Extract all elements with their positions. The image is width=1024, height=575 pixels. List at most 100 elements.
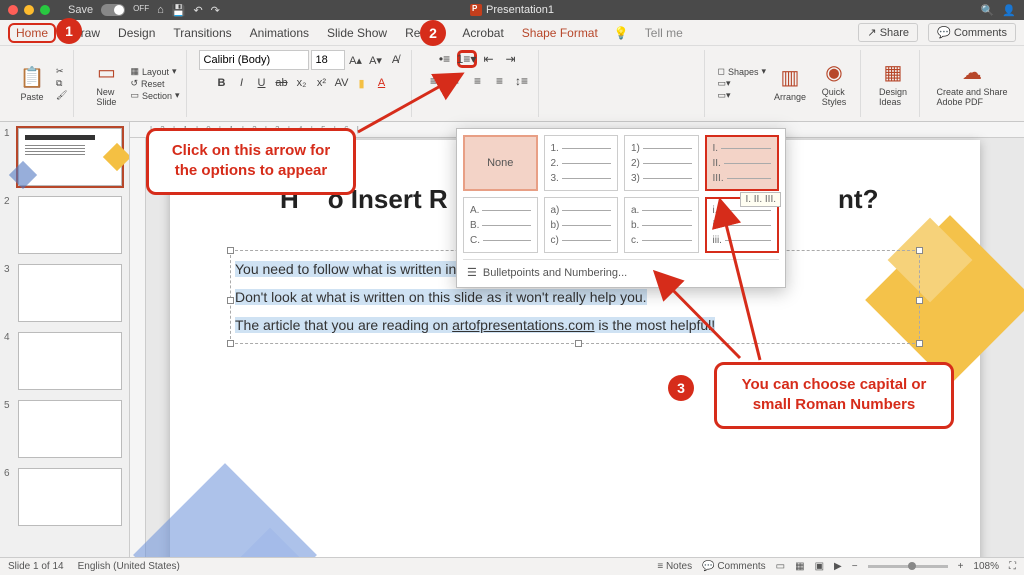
numbering-option-decimal-dot[interactable]: 1. 2. 3. <box>544 135 619 191</box>
view-reading-icon[interactable]: ▣ <box>815 561 824 572</box>
redo-icon[interactable]: ↷ <box>211 4 220 17</box>
shapes-button[interactable]: ◻ Shapes ▾ <box>717 66 766 77</box>
share-button[interactable]: ↗ Share <box>858 23 918 42</box>
arrange-button[interactable]: ▥ Arrange <box>770 65 810 102</box>
tab-design[interactable]: Design <box>116 23 157 43</box>
clear-format-icon[interactable]: A̸ <box>387 51 405 69</box>
view-normal-icon[interactable]: ▭ <box>776 561 785 572</box>
underline-button[interactable]: U <box>253 74 271 92</box>
undo-icon[interactable]: ↶ <box>193 4 202 17</box>
user-icon[interactable]: 👤 <box>1002 4 1016 17</box>
subscript-button[interactable]: x₂ <box>293 74 311 92</box>
tab-slideshow[interactable]: Slide Show <box>325 23 389 43</box>
thumbnail-1[interactable]: 1 <box>4 128 125 186</box>
font-name-select[interactable]: Calibri (Body) <box>199 50 309 70</box>
shape-outline-icon[interactable]: ▭▾ <box>717 90 766 101</box>
adobe-pdf-button[interactable]: ☁ Create and Share Adobe PDF <box>932 60 1012 107</box>
tab-acrobat[interactable]: Acrobat <box>460 23 505 43</box>
decrease-indent-icon[interactable]: ⇤ <box>479 50 499 68</box>
thumbnail-2[interactable]: 2 <box>4 196 125 254</box>
save-icon[interactable]: 💾 <box>172 4 186 17</box>
view-slideshow-icon[interactable]: ▶ <box>834 561 842 572</box>
align-left-icon[interactable]: ≡ <box>424 72 444 90</box>
thumbnail-4[interactable]: 4 <box>4 332 125 390</box>
shape-fill-icon[interactable]: ▭▾ <box>717 78 766 89</box>
vertical-ruler <box>130 138 146 557</box>
format-painter-icon[interactable]: 🖌 <box>56 90 67 101</box>
paste-button[interactable]: 📋 Paste <box>12 65 52 102</box>
view-sorter-icon[interactable]: ▦ <box>795 561 804 572</box>
align-right-icon[interactable]: ≡ <box>468 72 488 90</box>
strike-button[interactable]: ab <box>273 74 291 92</box>
section-button[interactable]: ▭ Section ▾ <box>130 90 179 101</box>
numbering-option-none[interactable]: None <box>463 135 538 191</box>
font-size-select[interactable]: 18 <box>311 50 345 70</box>
fit-to-window-icon[interactable]: ⛶ <box>1009 561 1016 572</box>
home-icon[interactable]: ⌂ <box>157 4 164 17</box>
thumbnail-6[interactable]: 6 <box>4 468 125 526</box>
list-icon: ☰ <box>467 266 477 279</box>
layout-button[interactable]: ▦ Layout ▾ <box>130 66 179 77</box>
tab-animations[interactable]: Animations <box>248 23 311 43</box>
numbering-tooltip: I. II. III. <box>740 192 781 207</box>
tab-tellme[interactable]: Tell me <box>643 23 685 43</box>
cut-icon[interactable]: ✂︎ <box>56 66 67 77</box>
superscript-button[interactable]: x² <box>313 74 331 92</box>
line-spacing-icon[interactable]: ↕≡ <box>512 72 532 90</box>
tab-shape-format[interactable]: Shape Format <box>520 23 600 43</box>
design-ideas-icon: ▦ <box>884 60 903 85</box>
new-slide-button[interactable]: ▭ New Slide <box>86 60 126 107</box>
annotation-callout-1: Click on this arrow for the options to a… <box>146 128 356 195</box>
reset-button[interactable]: ↺ Reset <box>130 78 179 89</box>
zoom-percent[interactable]: 108% <box>973 561 999 572</box>
zoom-window-icon[interactable] <box>40 5 50 15</box>
tab-transitions[interactable]: Transitions <box>171 23 233 43</box>
increase-font-icon[interactable]: A▴ <box>347 51 365 69</box>
search-icon[interactable]: 🔍 <box>981 4 995 17</box>
thumbnail-5[interactable]: 5 <box>4 400 125 458</box>
comments-button[interactable]: 💬 Comments <box>928 23 1016 42</box>
slide-thumbnail-panel[interactable]: 1 2 3 4 5 6 <box>0 122 130 557</box>
numbering-option-roman-upper[interactable]: I. II. III. I. II. III. <box>705 135 780 191</box>
tab-home[interactable]: Home <box>8 23 56 43</box>
comments-button-status[interactable]: 💬 Comments <box>702 561 766 572</box>
quick-styles-button[interactable]: ◉ Quick Styles <box>814 60 854 107</box>
numbering-option-alpha-lower-dot[interactable]: a. b. c. <box>624 197 699 253</box>
autosave-toggle[interactable] <box>101 4 125 16</box>
highlight-icon[interactable]: ▮ <box>353 74 371 92</box>
close-window-icon[interactable] <box>8 5 18 15</box>
font-group: Calibri (Body) 18 A▴ A▾ A̸ B I U ab x₂ x… <box>193 50 412 117</box>
slides-group: ▭ New Slide ▦ Layout ▾ ↺ Reset ▭ Section… <box>80 50 186 117</box>
decorative-shape <box>133 463 317 557</box>
align-center-icon[interactable]: ≡ <box>446 72 466 90</box>
body-line-3[interactable]: The article that you are reading on arto… <box>233 311 917 339</box>
numbering-option-decimal-paren[interactable]: 1) 2) 3) <box>624 135 699 191</box>
zoom-slider[interactable] <box>868 565 948 568</box>
numbering-option-alpha-upper[interactable]: A. B. C. <box>463 197 538 253</box>
thumbnail-3[interactable]: 3 <box>4 264 125 322</box>
increase-indent-icon[interactable]: ⇥ <box>501 50 521 68</box>
notes-button[interactable]: ≡ Notes <box>657 561 692 572</box>
decrease-font-icon[interactable]: A▾ <box>367 51 385 69</box>
annotation-badge-2: 2 <box>420 20 446 46</box>
copy-icon[interactable]: ⧉ <box>56 78 67 89</box>
powerpoint-icon <box>470 4 482 16</box>
char-spacing-icon[interactable]: AV <box>333 74 351 92</box>
zoom-out-icon[interactable]: − <box>852 561 858 572</box>
drawing-group: ◻ Shapes ▾ ▭▾ ▭▾ ▥ Arrange ◉ Quick Style… <box>711 50 861 117</box>
italic-button[interactable]: I <box>233 74 251 92</box>
ribbon-tabstrip: Home Draw Design Transitions Animations … <box>0 20 1024 46</box>
minimize-window-icon[interactable] <box>24 5 34 15</box>
bold-button[interactable]: B <box>213 74 231 92</box>
numbering-dropdown-button[interactable]: 1≡▾ <box>457 50 477 68</box>
zoom-in-icon[interactable]: + <box>958 561 964 572</box>
status-language[interactable]: English (United States) <box>78 561 180 572</box>
design-ideas-button[interactable]: ▦ Design Ideas <box>873 60 913 107</box>
numbering-option-alpha-lower-paren[interactable]: a) b) c) <box>544 197 619 253</box>
justify-icon[interactable]: ≡ <box>490 72 510 90</box>
design-ideas-group: ▦ Design Ideas <box>867 50 920 117</box>
paste-icon: 📋 <box>20 65 45 90</box>
font-color-icon[interactable]: A <box>373 74 391 92</box>
bullets-button[interactable]: •≡ <box>435 50 455 68</box>
numbering-footer-link[interactable]: ☰ Bulletpoints and Numbering... <box>463 259 779 281</box>
